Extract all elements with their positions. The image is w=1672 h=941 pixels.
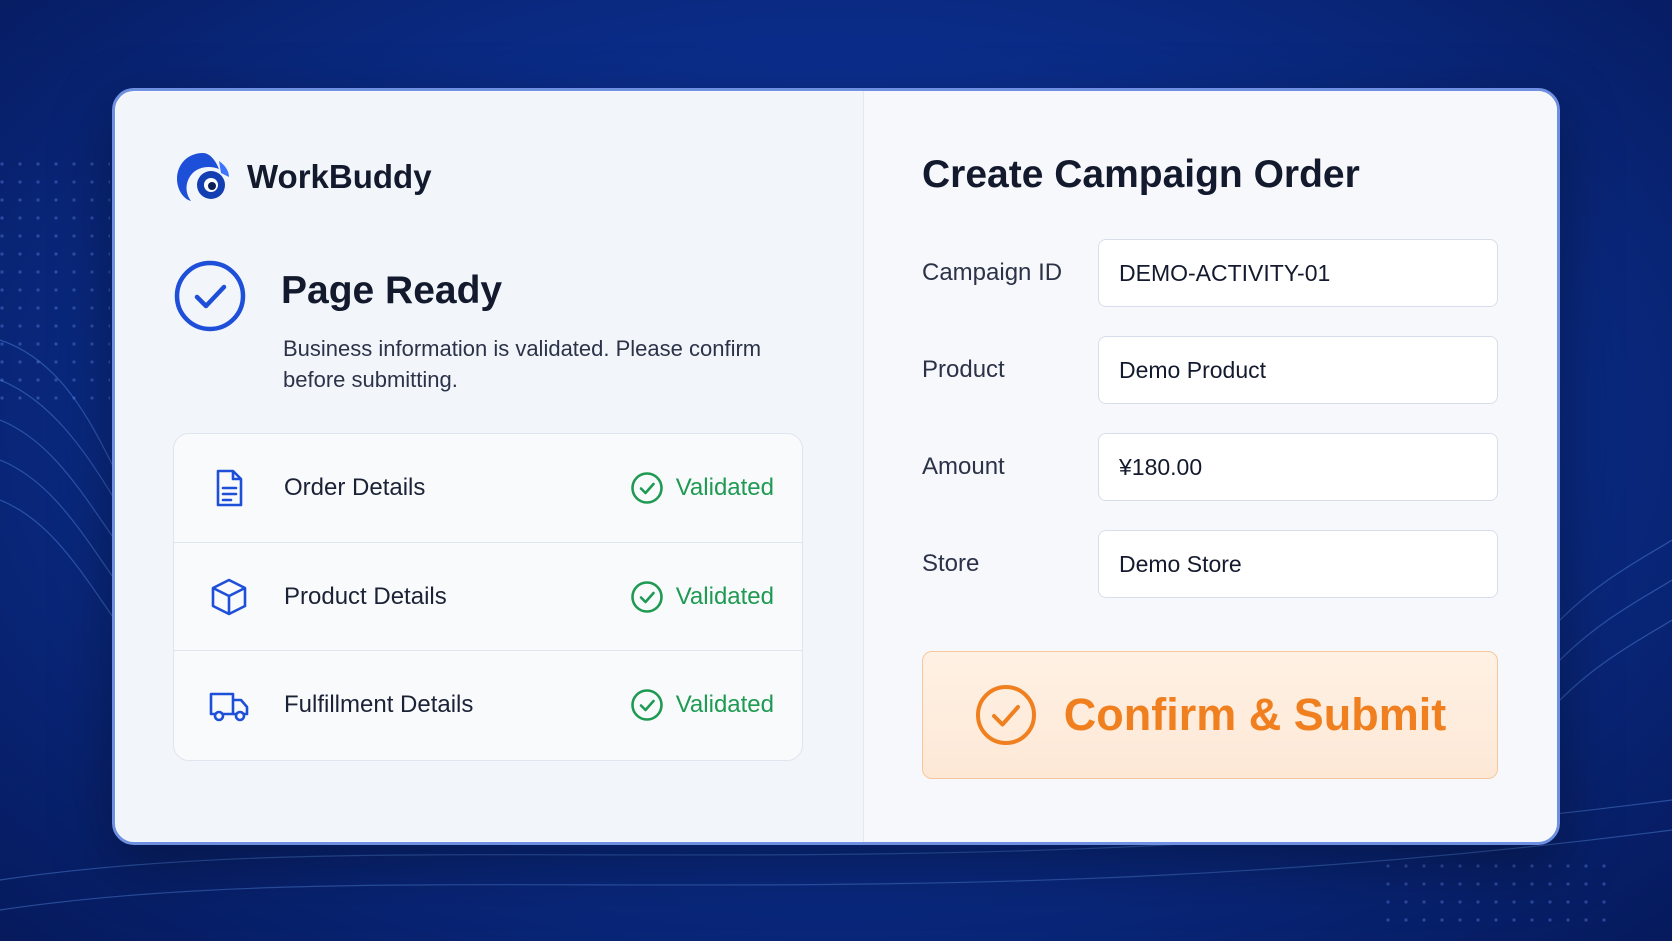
form-title: Create Campaign Order [922,153,1360,196]
check-circle-icon [630,472,663,504]
store-field: Store [922,530,1502,598]
field-label: Campaign ID [922,259,1063,286]
check-circle-icon [975,685,1036,745]
checklist-item-order: Order Details Validated [174,434,802,542]
document-icon [216,469,243,507]
status-text: Validated [675,474,774,501]
truck-icon [209,692,249,721]
status-text: Validated [675,582,774,610]
workbuddy-logo-icon [177,153,229,201]
status-badge: Validated [630,471,774,505]
checklist-item-product: Product Details Validated [174,542,802,650]
product-input[interactable] [1098,336,1498,404]
check-circle-icon [630,580,663,613]
amount-field: Amount [922,433,1502,501]
order-form-panel: Create Campaign Order Campaign ID Produc… [863,91,1557,842]
brand: WorkBuddy [173,147,432,207]
product-field: Product [922,336,1502,404]
campaign-id-input[interactable] [1098,239,1498,307]
amount-input[interactable] [1098,433,1498,501]
submit-label: Confirm & Submit [1063,689,1447,740]
confirm-submit-button[interactable]: Confirm & Submit [922,651,1498,779]
field-label: Store [922,550,980,577]
store-input[interactable] [1098,530,1498,598]
validation-checklist: Order Details Validated Product Details [173,433,803,761]
field-label: Product [922,356,1005,383]
status-badge: Validated [630,580,774,614]
checklist-item-fulfillment: Fulfillment Details Validated [174,650,802,758]
box-icon [211,578,247,615]
campaign-id-field: Campaign ID [922,239,1502,307]
checklist-item-label: Order Details [284,474,426,501]
checklist-item-label: Product Details [284,582,447,610]
status-description: Business information is validated. Pleas… [283,336,762,392]
brand-name: WorkBuddy [247,158,432,195]
order-confirmation-card: WorkBuddy Page Ready Business informatio… [112,88,1560,845]
check-circle-icon [630,688,663,721]
field-label: Amount [922,453,1005,480]
status-text: Validated [675,690,774,718]
check-circle-icon [174,260,246,332]
checklist-item-label: Fulfillment Details [284,690,474,718]
status-badge: Validated [630,688,774,722]
page-title: Page Ready [281,269,503,312]
status-panel: WorkBuddy Page Ready Business informatio… [115,91,863,842]
